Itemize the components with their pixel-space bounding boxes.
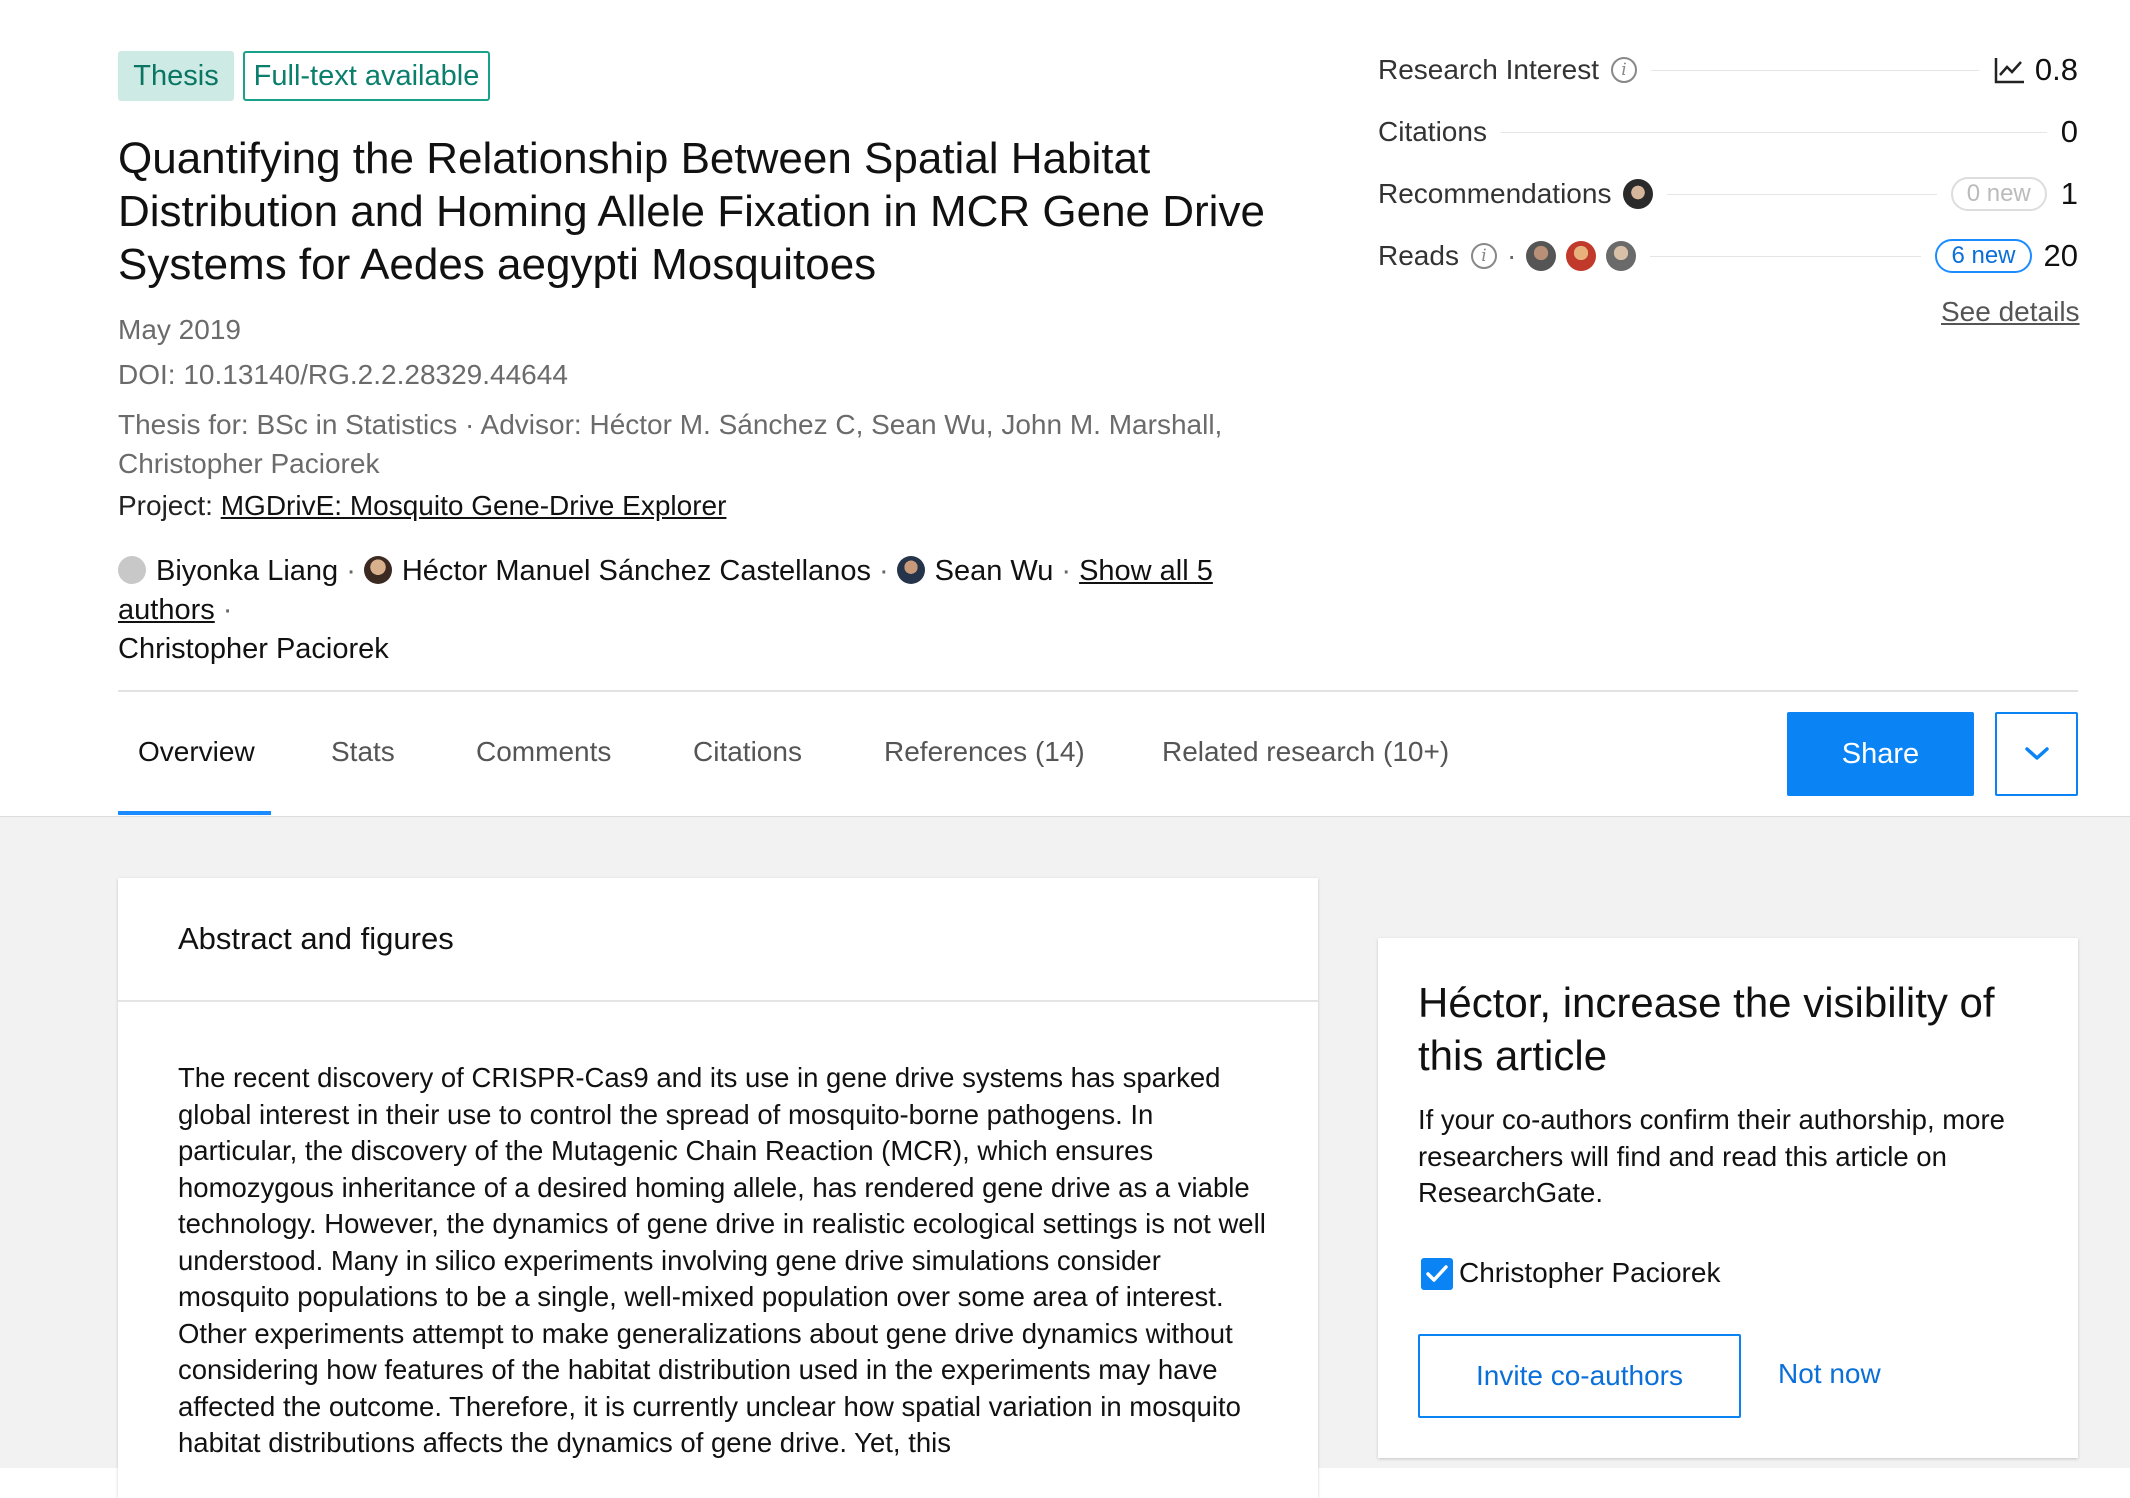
reader-avatar[interactable]	[1566, 241, 1597, 271]
new-recommendations-pill: 0 new	[1950, 177, 2047, 211]
visibility-title: Héctor, increase the visibility of this …	[1418, 979, 1995, 1079]
author-name[interactable]: Christopher Paciorek	[118, 633, 389, 665]
tab-references[interactable]: References (14)	[884, 736, 1085, 768]
coauthor-checkbox-label[interactable]: Christopher Paciorek	[1459, 1257, 1720, 1289]
stat-citations: Citations 0	[1378, 112, 2078, 152]
tabs-bottom-divider	[0, 816, 2130, 817]
project-link[interactable]: MGDrivE: Mosquito Gene-Drive Explorer	[221, 490, 727, 521]
tab-related-research[interactable]: Related research (10+)	[1162, 736, 1449, 768]
tab-citations[interactable]: Citations	[693, 736, 802, 768]
chevron-down-icon	[2024, 747, 2049, 760]
stat-divider	[1650, 255, 1922, 257]
visibility-card: Héctor, increase the visibility of this …	[1378, 938, 2078, 1458]
separator: ·	[346, 555, 356, 587]
stat-recommendations: Recommendations 0 new 1	[1378, 174, 2078, 214]
stat-label: Research Interest	[1378, 54, 1599, 85]
share-button[interactable]: Share	[1787, 712, 1974, 796]
tab-comments[interactable]: Comments	[476, 736, 611, 768]
reader-avatar[interactable]	[1606, 241, 1637, 271]
full-text-badge[interactable]: Full-text available	[243, 51, 490, 101]
stat-value: 0	[2060, 114, 2078, 149]
thesis-badge: Thesis	[118, 51, 234, 101]
publication-date: May 2019	[118, 314, 241, 345]
stat-value: 20	[2043, 238, 2078, 273]
author-name[interactable]: Héctor Manuel Sánchez Castellanos	[402, 555, 871, 587]
stat-value: 1	[2060, 176, 2078, 211]
reader-avatar[interactable]	[1526, 241, 1557, 271]
stat-label: Reads	[1378, 240, 1459, 271]
thesis-info-line-2: Christopher Paciorek	[118, 448, 380, 479]
author-list: Biyonka Liang · Héctor Manuel Sánchez Cast…	[118, 552, 1318, 669]
avatar-placeholder-icon	[118, 556, 146, 584]
author-avatar	[363, 556, 392, 584]
thesis-info: Thesis for: BSc in Statistics · Advisor:…	[118, 405, 1222, 483]
coauthor-checkbox[interactable]	[1421, 1258, 1453, 1290]
abstract-text: The recent discovery of CRISPR-Cas9 and …	[178, 1062, 1266, 1458]
checkmark-icon	[1426, 1265, 1448, 1282]
info-icon[interactable]: i	[1470, 243, 1497, 269]
recommender-avatar[interactable]	[1623, 179, 1654, 209]
author-name[interactable]: Biyonka Liang	[156, 555, 338, 587]
abstract-divider	[118, 1000, 1318, 1002]
stat-label: Recommendations	[1378, 178, 1612, 209]
tabs-top-divider	[118, 690, 2078, 692]
separator: ·	[1506, 240, 1517, 271]
tab-overview[interactable]: Overview	[138, 736, 255, 768]
project-label: Project:	[118, 490, 213, 521]
project-line: Project: MGDrivE: Mosquito Gene-Drive Ex…	[118, 490, 726, 522]
stat-reads: Reads i · 6 new 20	[1378, 236, 2078, 276]
invite-coauthors-button[interactable]: Invite co-authors	[1418, 1334, 1741, 1418]
stat-divider	[1667, 193, 1937, 195]
publication-title: Quantifying the Relationship Between Spa…	[118, 134, 1265, 289]
see-details-link[interactable]: See details	[1941, 296, 2080, 328]
tab-stats[interactable]: Stats	[331, 736, 395, 768]
not-now-button[interactable]: Not now	[1778, 1358, 1881, 1390]
author-avatar	[896, 556, 925, 584]
separator: ·	[222, 594, 233, 626]
active-tab-indicator	[118, 811, 271, 815]
separator: ·	[1061, 555, 1072, 587]
stat-divider	[1651, 69, 1979, 71]
visibility-text: If your co-authors confirm their authors…	[1418, 1104, 2005, 1208]
thesis-info-line-1: Thesis for: BSc in Statistics · Advisor:…	[118, 409, 1223, 440]
separator: ·	[878, 555, 889, 587]
abstract-heading: Abstract and figures	[178, 921, 454, 956]
trend-chart-icon	[1994, 58, 2024, 84]
info-icon[interactable]: i	[1611, 57, 1637, 83]
author-name[interactable]: Sean Wu	[935, 555, 1054, 587]
stat-label: Citations	[1378, 116, 1487, 147]
abstract-card: Abstract and figures The recent discover…	[118, 878, 1318, 1498]
stat-divider	[1500, 131, 2047, 133]
stat-research-interest: Research Interest i 0.8	[1378, 50, 2078, 90]
stat-value: 0.8	[2034, 52, 2078, 87]
more-options-button[interactable]	[1995, 712, 2078, 796]
new-reads-pill: 6 new	[1935, 239, 2032, 273]
publication-doi: DOI: 10.13140/RG.2.2.28329.44644	[118, 359, 568, 390]
